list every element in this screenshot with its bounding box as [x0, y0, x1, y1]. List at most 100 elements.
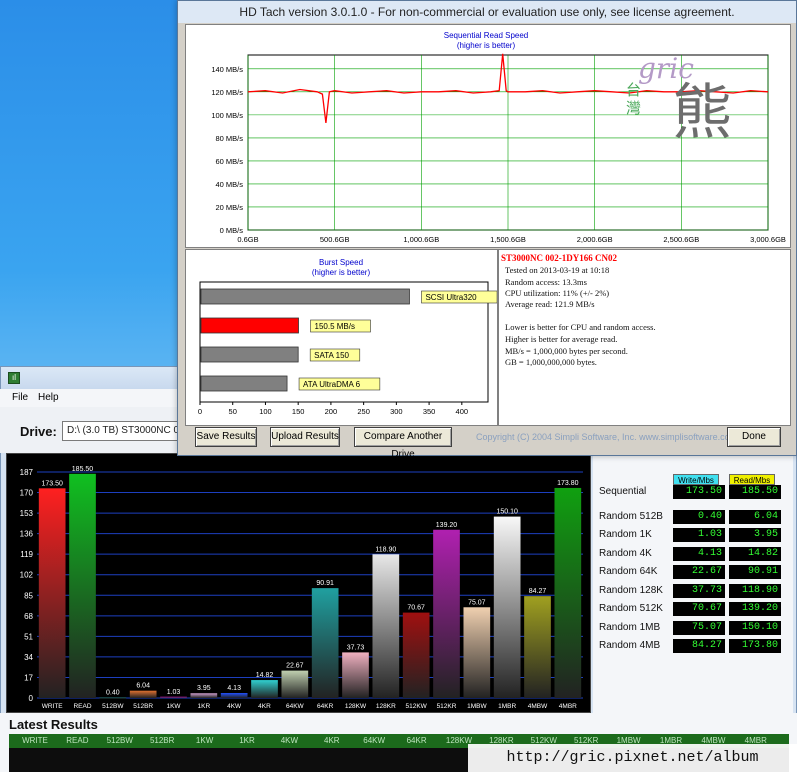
bench-value-label: 4.13 — [227, 685, 241, 692]
stat-label: Random 512B — [599, 510, 663, 522]
burst-x-tick-label: 300 — [390, 407, 403, 416]
drive-select[interactable]: D:\ (3.0 TB) ST3000NC 00 — [62, 421, 192, 441]
stat-read-value: 3.95 — [729, 528, 781, 542]
burst-bar — [200, 288, 410, 305]
burst-speed-chart: Burst Speed (higher is better) 0 50 100 150… — [198, 258, 498, 416]
gric-logo-watermark: gric 台灣 熊 — [622, 52, 772, 152]
logo-cjk-big: 熊 — [672, 79, 732, 146]
menu-file[interactable]: File — [12, 392, 28, 403]
stat-write-value: 0.40 — [673, 509, 725, 524]
stats-panel: Write/Mbs Read/Mbs Sequential 173.50 185.5… — [593, 453, 793, 713]
info-line: Average read: 121.9 MB/s — [505, 299, 595, 309]
bench-x-label: 512KW — [406, 703, 428, 710]
bench-bar — [554, 487, 582, 698]
stat-read-value: 14.82 — [729, 546, 781, 561]
latest-header-cell: 64KW — [363, 736, 386, 745]
bench-bar — [433, 529, 460, 698]
bench-x-label: 128KR — [376, 703, 396, 710]
seq-y-tick-label: 20 MB/s — [215, 203, 243, 212]
save-results-button[interactable]: Save Results — [195, 427, 257, 447]
upload-results-button[interactable]: Upload Results — [270, 427, 340, 447]
drive-info-panel: ST3000NC 002-1DY166 CN02 Tested on 2013-… — [498, 249, 791, 426]
stat-write-value: 84.27 — [673, 639, 725, 653]
seq-y-tick-label: 100 MB/s — [211, 111, 243, 120]
bench-bar — [38, 488, 66, 698]
bench-x-label: 512BR — [133, 703, 153, 710]
burst-bar — [200, 375, 288, 392]
seq-y-tick-label: 40 MB/s — [215, 180, 243, 189]
bench-x-label: READ — [73, 703, 91, 710]
hdtach-titlebar[interactable]: HD Tach version 3.0.1.0 - For non-commer… — [178, 1, 796, 23]
latest-header-cell: 512BR — [149, 736, 175, 745]
bench-x-label: 4MBR — [559, 703, 577, 710]
done-button[interactable]: Done — [727, 427, 781, 447]
bench-y-tick-label: 0 — [29, 694, 34, 703]
bench-x-label: 128KW — [345, 703, 367, 710]
seq-x-tick-label: 2,500.6GB — [663, 235, 699, 244]
stat-read-value: 90.91 — [729, 565, 781, 579]
latest-results-title: Latest Results — [9, 717, 98, 732]
latest-header-cell: READ — [66, 736, 89, 745]
seq-y-tick-label: 60 MB/s — [215, 157, 243, 166]
logo-cjk-small: 台灣 — [626, 82, 642, 117]
info-note: Higher is better for average read. — [505, 334, 618, 344]
stat-label: Sequential — [599, 486, 647, 497]
stat-label: Random 4K — [599, 547, 652, 559]
bench-bar — [311, 588, 339, 698]
burst-x-tick-label: 400 — [456, 407, 469, 416]
burst-bar-label: SCSI Ultra320 — [425, 293, 477, 302]
seq-chart-title: Sequential Read Speed — [444, 31, 529, 40]
latest-header-cell: 1KW — [195, 736, 214, 745]
stat-write-value: 70.67 — [673, 602, 725, 616]
bench-bar — [463, 607, 491, 698]
bench-value-label: 173.50 — [41, 480, 63, 487]
seq-x-tick-label: 500.6GB — [320, 235, 350, 244]
compare-drive-button[interactable]: Compare Another Drive — [354, 427, 452, 460]
seq-y-tick-label: 0 MB/s — [220, 226, 244, 235]
stat-read-value: 150.10 — [729, 620, 781, 635]
bench-value-label: 118.90 — [375, 546, 396, 553]
stat-write-value: 173.50 — [673, 485, 725, 499]
stat-label: Random 1K — [599, 529, 652, 540]
bench-value-label: 70.67 — [407, 605, 425, 612]
stat-read-value: 185.50 — [729, 485, 781, 499]
bench-value-label: 14.82 — [256, 672, 274, 679]
bench-bar — [69, 473, 96, 698]
bench-value-label: 173.80 — [557, 480, 579, 487]
bench-value-label: 75.07 — [468, 599, 486, 606]
read-header: Read/Mbs — [729, 474, 775, 485]
bench-y-tick-label: 17 — [24, 673, 33, 682]
copyright-text: Copyright (C) 2004 Simpli Software, Inc.… — [476, 432, 738, 442]
bench-value-label: 90.91 — [316, 580, 334, 587]
seq-x-tick-label: 3,000.6GB — [750, 235, 786, 244]
latest-header-cell: 64KR — [406, 736, 427, 745]
bench-bar — [220, 693, 248, 698]
stat-label: Random 512K — [599, 603, 663, 614]
stat-write-value: 37.73 — [673, 583, 725, 598]
burst-bar-label: SATA 150 — [314, 351, 349, 360]
seq-x-tick-label: 2,000.6GB — [577, 235, 613, 244]
latest-header-cell: 1KR — [239, 736, 255, 745]
stat-read-value: 6.04 — [729, 509, 781, 524]
stat-read-value: 139.20 — [729, 602, 781, 616]
bench-bar — [402, 612, 430, 698]
info-note: GB = 1,000,000,000 bytes. — [505, 357, 597, 367]
stat-write-value: 1.03 — [673, 528, 725, 542]
benchmark-chart: 0 17 34 51 68 85 102 119 136 153 170 187 173.50 WRITE… — [6, 453, 591, 713]
stat-label: Random 64K — [599, 566, 658, 577]
stat-write-value: 75.07 — [673, 620, 725, 635]
bench-bar — [281, 670, 309, 698]
burst-speed-panel: Burst Speed (higher is better) 0 50 100 150… — [185, 249, 498, 426]
bench-bar — [493, 516, 521, 698]
burst-x-tick-label: 150 — [292, 407, 305, 416]
bench-value-label: 139.20 — [436, 522, 458, 529]
bench-y-tick-label: 153 — [20, 509, 34, 518]
menu-help[interactable]: Help — [38, 392, 59, 403]
info-line: Tested on 2013-03-19 at 10:18 — [505, 265, 610, 275]
benchmark-bar-chart: 0 17 34 51 68 85 102 119 136 153 170 187 173.50 WRITE… — [20, 466, 583, 710]
stat-write-value: 4.13 — [673, 546, 725, 561]
info-note: Lower is better for CPU and random acces… — [505, 322, 656, 332]
bench-value-label: 0.40 — [106, 690, 120, 697]
stat-label: Random 1MB — [599, 621, 661, 633]
drive-label: Drive: — [20, 424, 57, 439]
